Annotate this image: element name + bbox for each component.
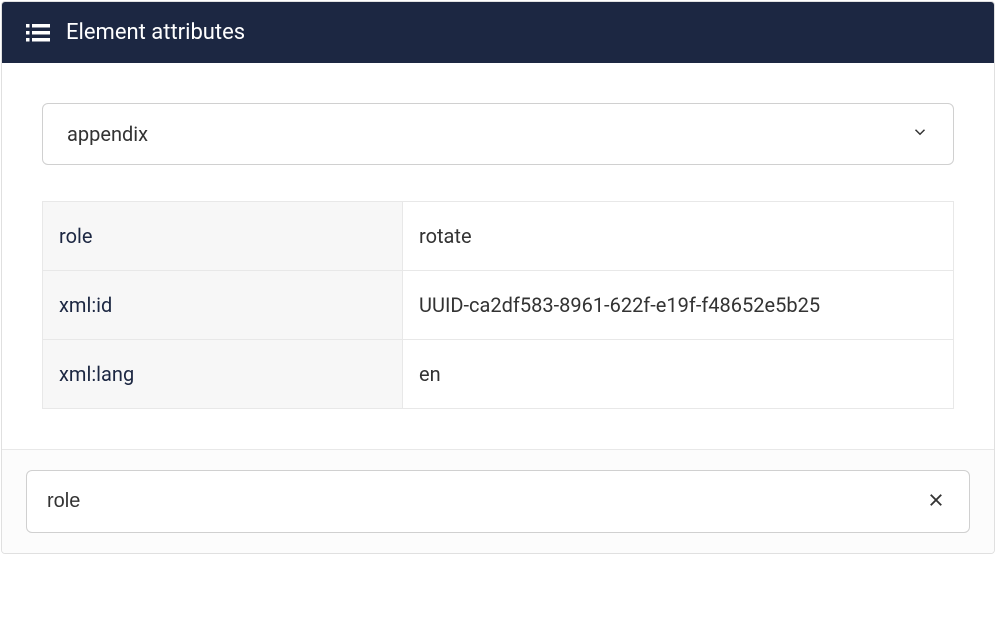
attribute-name: xml:lang bbox=[43, 340, 403, 409]
attribute-name: role bbox=[43, 202, 403, 271]
element-select-value: appendix bbox=[67, 122, 148, 146]
attributes-panel: Element attributes appendix role rotate … bbox=[1, 1, 995, 554]
attribute-value: rotate bbox=[403, 202, 954, 271]
close-icon bbox=[927, 491, 945, 512]
panel-title: Element attributes bbox=[66, 20, 245, 45]
panel-footer bbox=[2, 449, 994, 553]
element-select[interactable]: appendix bbox=[42, 103, 954, 165]
attributes-table: role rotate xml:id UUID-ca2df583-8961-62… bbox=[42, 201, 954, 409]
clear-button[interactable] bbox=[923, 487, 949, 516]
attribute-name: xml:id bbox=[43, 271, 403, 340]
attribute-value: UUID-ca2df583-8961-622f-e19f-f48652e5b25 bbox=[403, 271, 954, 340]
filter-input[interactable] bbox=[47, 490, 923, 513]
list-icon bbox=[26, 23, 50, 43]
table-row[interactable]: role rotate bbox=[43, 202, 954, 271]
filter-input-wrapper bbox=[26, 470, 970, 533]
attribute-value: en bbox=[403, 340, 954, 409]
table-row[interactable]: xml:id UUID-ca2df583-8961-622f-e19f-f486… bbox=[43, 271, 954, 340]
panel-header: Element attributes bbox=[2, 2, 994, 63]
chevron-down-icon bbox=[911, 123, 929, 145]
table-row[interactable]: xml:lang en bbox=[43, 340, 954, 409]
panel-body: appendix role rotate xml:id UUID-ca2df58… bbox=[2, 63, 994, 449]
